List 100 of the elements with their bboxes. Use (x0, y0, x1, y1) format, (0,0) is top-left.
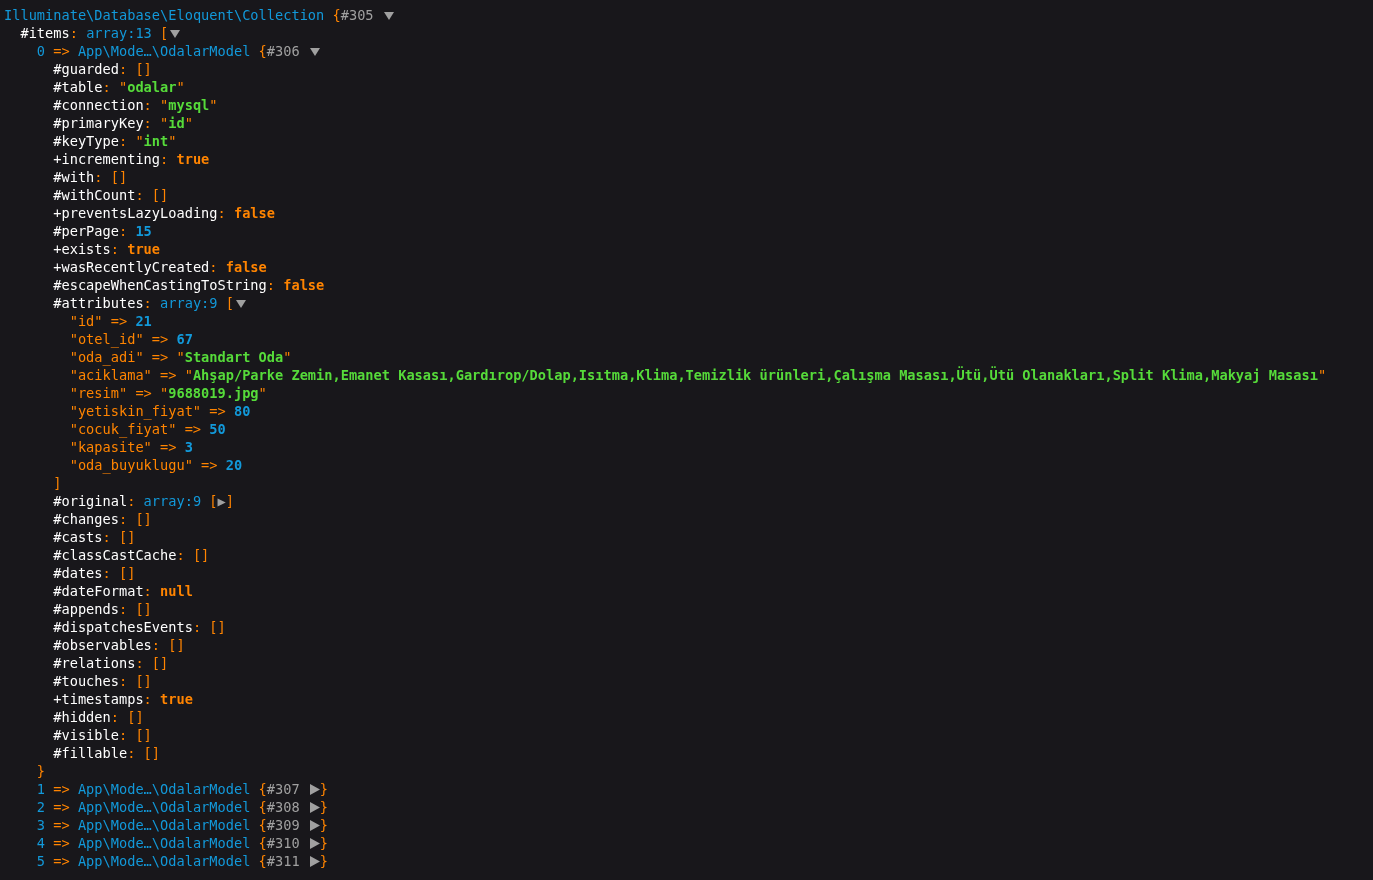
empty-array-value: [] (127, 709, 144, 725)
number-value: 15 (135, 223, 152, 239)
constant-value: true (160, 691, 193, 707)
array-key: "oda_adi" => (69, 349, 169, 365)
class-name: App\Mode…\OdalarModel (77, 781, 251, 797)
string-value: "mysql" (160, 97, 218, 113)
string-value: "9688019.jpg" (160, 385, 267, 401)
object-ref: #307 (266, 781, 300, 797)
index-number: 0 (36, 43, 46, 59)
brace: { (258, 853, 267, 869)
empty-array-value: [] (192, 547, 210, 563)
empty-array-value: [] (151, 655, 169, 671)
empty-array-value: [] (209, 619, 226, 635)
empty-array-value: [] (135, 673, 152, 689)
array-key: "otel_id" => (69, 331, 169, 347)
empty-array-value: [] (143, 745, 161, 761)
class-name: App\Mode…\OdalarModel (77, 817, 251, 833)
caret-down-icon[interactable] (309, 46, 320, 56)
arrow-operator: => (53, 817, 70, 833)
string-value: "Ahşap/Parke Zemin,Emanet Kasası,Gardırop/Dolap,Isıtma,Klima,Temizlik ürünleri,Çalışma Masası,Ütü,Ütü Olanakları,Split Klima,Makyaj Masası" (184, 367, 1327, 383)
brace: { (258, 799, 267, 815)
caret-down-icon[interactable] (170, 28, 181, 38)
array-key: "oda_buyuklugu" => (69, 457, 218, 473)
constant-value: null (160, 583, 193, 599)
brace: { (258, 817, 267, 833)
empty-array-value: [] (168, 637, 185, 653)
constant-value: false (233, 205, 275, 221)
caret-down-icon[interactable] (235, 298, 246, 308)
caret-right-icon[interactable] (309, 819, 320, 831)
arrow-operator: => (53, 43, 70, 59)
object-ref: #311 (266, 853, 300, 869)
property-key: #changes: (53, 511, 128, 527)
object-ref: #308 (266, 799, 300, 815)
string-value: "id" (160, 115, 193, 131)
property-key: #connection: (53, 97, 152, 113)
property-key: #items: (20, 25, 78, 41)
empty-array-value: [] (135, 511, 152, 527)
property-key: #with: (53, 169, 103, 185)
arrow-operator: => (53, 781, 70, 797)
index-number: 1 (36, 781, 46, 797)
property-key: #perPage: (53, 223, 128, 239)
property-key: #guarded: (53, 61, 128, 77)
property-key: #escapeWhenCastingToString: (53, 277, 275, 293)
brace: } (319, 853, 329, 869)
bracket: [ (160, 25, 169, 41)
class-name: Illuminate\Database\Eloquent\Collection (4, 7, 325, 23)
array-key: "yetiskin_fiyat" => (69, 403, 226, 419)
brace: { (258, 835, 267, 851)
brace: { (258, 781, 267, 797)
property-key: #dateFormat: (53, 583, 152, 599)
property-key: #hidden: (53, 709, 119, 725)
constant-value: true (127, 241, 161, 257)
caret-right-icon[interactable] (309, 783, 320, 795)
index-number: 2 (36, 799, 46, 815)
property-key: #keyType: (53, 133, 128, 149)
brace: } (36, 763, 46, 779)
empty-array-value: [] (118, 529, 136, 545)
brace: { (332, 7, 341, 23)
index-number: 5 (36, 853, 46, 869)
array-key: "resim" => (69, 385, 152, 401)
brace: } (319, 781, 329, 797)
caret-right-icon[interactable] (309, 837, 320, 849)
number-value: 50 (209, 421, 226, 437)
constant-value: false (283, 277, 325, 293)
constant-value: false (225, 259, 267, 275)
arrow-operator: => (53, 835, 70, 851)
bracket: [ (225, 295, 234, 311)
arrow-operator: => (53, 799, 70, 815)
brace: } (319, 835, 329, 851)
property-key: #casts: (53, 529, 111, 545)
object-ref: #309 (266, 817, 300, 833)
empty-array-value: [] (135, 727, 152, 743)
property-key: #touches: (53, 673, 128, 689)
property-key: #dates: (53, 565, 111, 581)
array-note: array:9 (143, 493, 202, 509)
constant-value: true (176, 151, 210, 167)
arrow-operator: => (53, 853, 70, 869)
property-key: #classCastCache: (53, 547, 185, 563)
object-ref: #305 (340, 7, 374, 23)
string-value: "int" (135, 133, 177, 149)
brace: { (258, 43, 267, 59)
array-key: "id" => (69, 313, 128, 329)
collapsed-array-toggle[interactable]: [▶] (209, 493, 234, 509)
empty-array-value: [] (118, 565, 136, 581)
object-ref: #306 (266, 43, 300, 59)
caret-down-icon[interactable] (383, 10, 394, 20)
property-key: #relations: (53, 655, 144, 671)
empty-array-value: [] (151, 187, 169, 203)
property-key: #visible: (53, 727, 128, 743)
class-name: App\Mode…\OdalarModel (77, 43, 251, 59)
index-number: 3 (36, 817, 46, 833)
brace: } (319, 799, 329, 815)
number-value: 3 (184, 439, 193, 455)
caret-right-icon[interactable] (309, 801, 320, 813)
property-key: #appends: (53, 601, 128, 617)
caret-right-icon[interactable] (309, 855, 320, 867)
class-name: App\Mode…\OdalarModel (77, 853, 251, 869)
index-number: 4 (36, 835, 46, 851)
property-key: +preventsLazyLoading: (53, 205, 226, 221)
empty-array-value: [] (110, 169, 128, 185)
